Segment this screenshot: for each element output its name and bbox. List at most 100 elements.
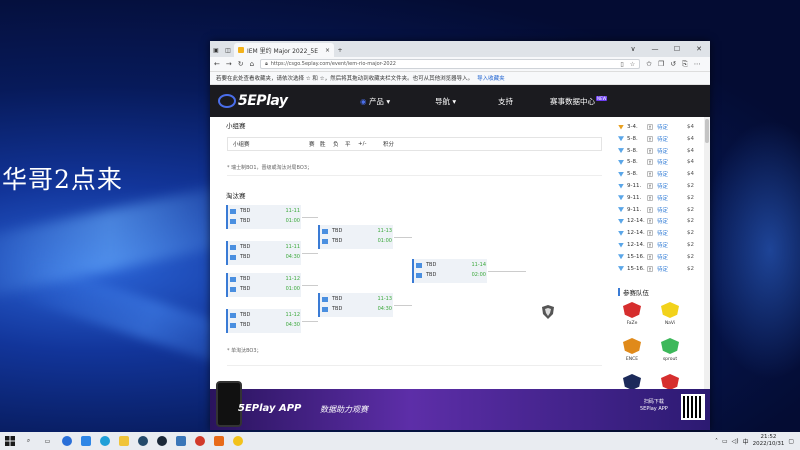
standing-prize: $2 — [687, 253, 694, 260]
standing-status[interactable]: 待定 — [657, 147, 687, 155]
reader-icon[interactable]: ▯ — [620, 61, 623, 68]
standing-place: 15-16. — [627, 265, 645, 272]
tab-actions-icon[interactable]: ◫ — [222, 47, 234, 57]
match-card[interactable]: TBD 11-11 TBD 04:30 — [226, 241, 301, 265]
network-icon[interactable]: ▭ — [722, 438, 728, 445]
tab-list-icon[interactable]: ∨ — [622, 45, 644, 53]
taskbar-app-icon[interactable] — [133, 432, 152, 450]
tab-close-icon[interactable]: × — [325, 47, 330, 54]
tab-iem-major[interactable]: IEM 里约 Major 2022_5E × — [234, 43, 334, 57]
knockout-note-text: * 单淘汰BO3； — [227, 348, 262, 354]
taskbar-app-icon[interactable] — [171, 432, 190, 450]
match-card[interactable]: TBD 11-12 TBD 04:30 — [226, 309, 301, 333]
standing-status[interactable]: 待定 — [657, 229, 687, 237]
team-placeholder-icon: Y — [647, 194, 653, 201]
taskbar-app-icon[interactable] — [228, 432, 247, 450]
refresh-icon[interactable]: ↻ — [238, 60, 244, 68]
taskbar-app-icon[interactable] — [209, 432, 228, 450]
clock[interactable]: 21:52 2022/10/31 — [753, 434, 785, 448]
match-team-row: TBD 11-14 — [416, 262, 486, 268]
standing-status[interactable]: 待定 — [657, 182, 687, 190]
team-name: FaZe — [626, 321, 638, 326]
site-logo[interactable]: 5EPlay — [218, 93, 348, 109]
search-icon[interactable]: ⌕ — [19, 432, 38, 450]
match-time: 04:30 — [285, 322, 300, 328]
window-menu-icon[interactable]: ▣ — [210, 47, 222, 57]
tab-favicon — [238, 47, 244, 53]
chevron-up-icon[interactable]: ˄ — [715, 438, 718, 445]
collections-icon[interactable]: ❐ — [658, 60, 664, 68]
import-favorites-link[interactable]: 导入收藏夹 — [477, 74, 505, 82]
favorites-icon[interactable]: ✩ — [646, 60, 652, 68]
place-icon — [618, 242, 624, 248]
team-card[interactable]: sprout — [652, 338, 688, 362]
standing-status[interactable]: 待定 — [657, 135, 687, 143]
team-logo-icon — [623, 302, 641, 318]
team-card[interactable]: NaVi — [652, 302, 688, 326]
home-icon[interactable]: ⌂ — [250, 60, 254, 68]
nav-support[interactable]: 支持 — [498, 96, 513, 107]
new-tab-button[interactable]: + — [334, 47, 346, 57]
standing-prize: $4 — [687, 171, 694, 178]
team-card[interactable]: FaZe — [614, 302, 650, 326]
explorer-icon[interactable] — [114, 432, 133, 450]
minimize-button[interactable]: — — [644, 45, 666, 53]
standing-status[interactable]: 待定 — [657, 265, 687, 273]
forward-icon[interactable]: → — [226, 60, 232, 68]
match-card[interactable]: TBD 11-12 TBD 01:00 — [226, 273, 301, 297]
back-icon[interactable]: ← — [214, 60, 220, 68]
team-name: TBD — [332, 238, 343, 244]
match-card[interactable]: TBD 11-14 TBD 02:00 — [412, 259, 487, 283]
site-nav: 5EPlay ◉ 产品 ▾ 导航 ▾ 支持 赛事数据中心 NEW — [210, 85, 710, 117]
standing-place: 15-16. — [627, 253, 645, 260]
nav-data-center[interactable]: 赛事数据中心 NEW — [550, 96, 608, 107]
ime-icon[interactable]: 中 — [743, 437, 749, 446]
team-placeholder-icon: Y — [647, 159, 653, 166]
volume-icon[interactable]: ◁) — [732, 438, 739, 445]
bronze-medal-icon — [618, 124, 624, 130]
standing-status[interactable]: 待定 — [657, 206, 687, 214]
nav-guide[interactable]: 导航 ▾ — [435, 96, 456, 107]
team-card[interactable]: ENCE — [614, 338, 650, 362]
standing-status[interactable]: 待定 — [657, 194, 687, 202]
taskbar: ⌕ ▭ ˄ ▭ ◁) 中 21:52 2022/10/31 ▢ — [0, 432, 800, 450]
standing-status[interactable]: 待定 — [657, 158, 687, 166]
nav-product[interactable]: ◉ 产品 ▾ — [360, 96, 390, 107]
match-card[interactable]: TBD 11-13 TBD 04:30 — [318, 293, 393, 317]
maximize-button[interactable]: ☐ — [666, 45, 688, 53]
match-card[interactable]: TBD 11-11 TBD 01:00 — [226, 205, 301, 229]
taskbar-app-icon[interactable] — [76, 432, 95, 450]
history-icon[interactable]: ↺ — [670, 60, 676, 68]
standing-prize: $2 — [687, 218, 694, 225]
close-window-button[interactable]: ✕ — [688, 45, 710, 53]
task-view-icon[interactable]: ▭ — [38, 432, 57, 450]
app-banner[interactable]: 5EPlay APP 数据助力观赛 扫码下载 5EPlay APP — [210, 381, 710, 430]
match-team-row: TBD 11-12 — [230, 276, 300, 282]
star-icon[interactable]: ☆ — [630, 61, 635, 68]
address-bar[interactable]: 🔒︎ https://csgo.5eplay.com/event/iem-rio… — [260, 59, 641, 69]
overlay-caption: 华哥2点来 — [2, 165, 123, 194]
standing-status[interactable]: 待定 — [657, 253, 687, 261]
standing-status[interactable]: 待定 — [657, 241, 687, 249]
place-icon — [618, 159, 624, 165]
standing-status[interactable]: 待定 — [657, 170, 687, 178]
match-date: 11-11 — [285, 244, 300, 250]
page-scrollbar[interactable] — [704, 117, 710, 389]
match-time: 01:00 — [377, 238, 392, 244]
col-played: 赛 — [309, 142, 315, 148]
start-button[interactable] — [0, 432, 19, 450]
taskbar-app-icon[interactable] — [57, 432, 76, 450]
group-stage-label: 小组赛 — [226, 122, 246, 130]
match-card[interactable]: TBD 11-13 TBD 01:00 — [318, 225, 393, 249]
scrollbar-thumb[interactable] — [705, 119, 709, 143]
more-icon[interactable]: ⋯ — [694, 60, 701, 68]
extensions-icon[interactable]: ⎘ — [682, 60, 688, 69]
edge-icon[interactable] — [95, 432, 114, 450]
standing-status[interactable]: 待定 — [657, 123, 687, 131]
standing-status[interactable]: 待定 — [657, 217, 687, 225]
taskbar-app-icon[interactable] — [190, 432, 209, 450]
match-team-row: TBD 11-13 — [322, 228, 392, 234]
notification-icon[interactable]: ▢ — [788, 438, 794, 445]
steam-icon[interactable] — [152, 432, 171, 450]
col-points: 积分 — [383, 142, 395, 148]
